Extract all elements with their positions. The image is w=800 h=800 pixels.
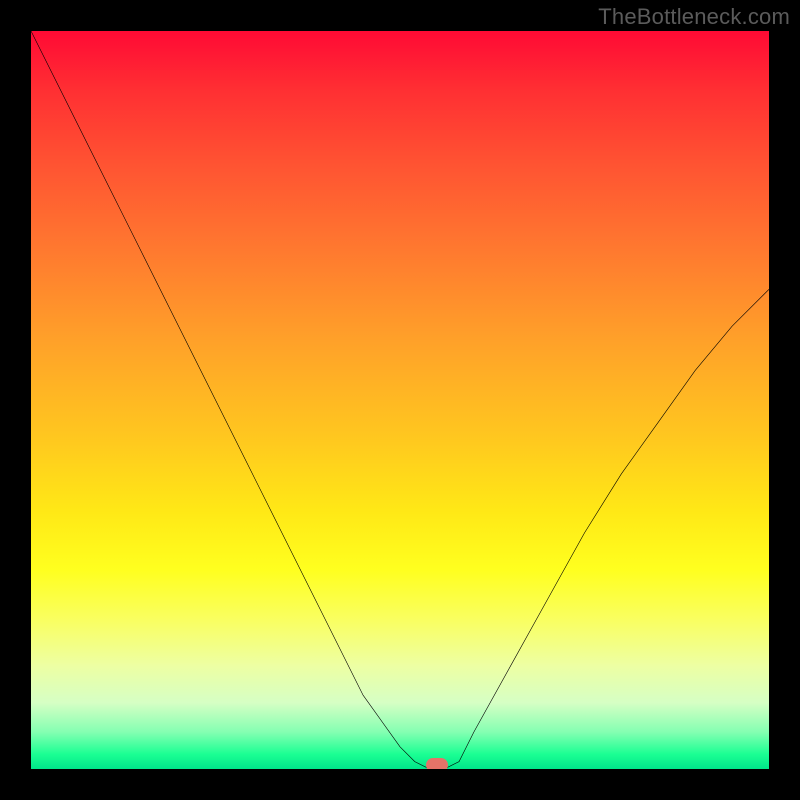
optimal-point-marker — [426, 758, 448, 769]
watermark-label: TheBottleneck.com — [598, 4, 790, 30]
plot-area — [31, 31, 769, 769]
bottleneck-curve — [31, 31, 769, 769]
chart-frame: TheBottleneck.com — [0, 0, 800, 800]
